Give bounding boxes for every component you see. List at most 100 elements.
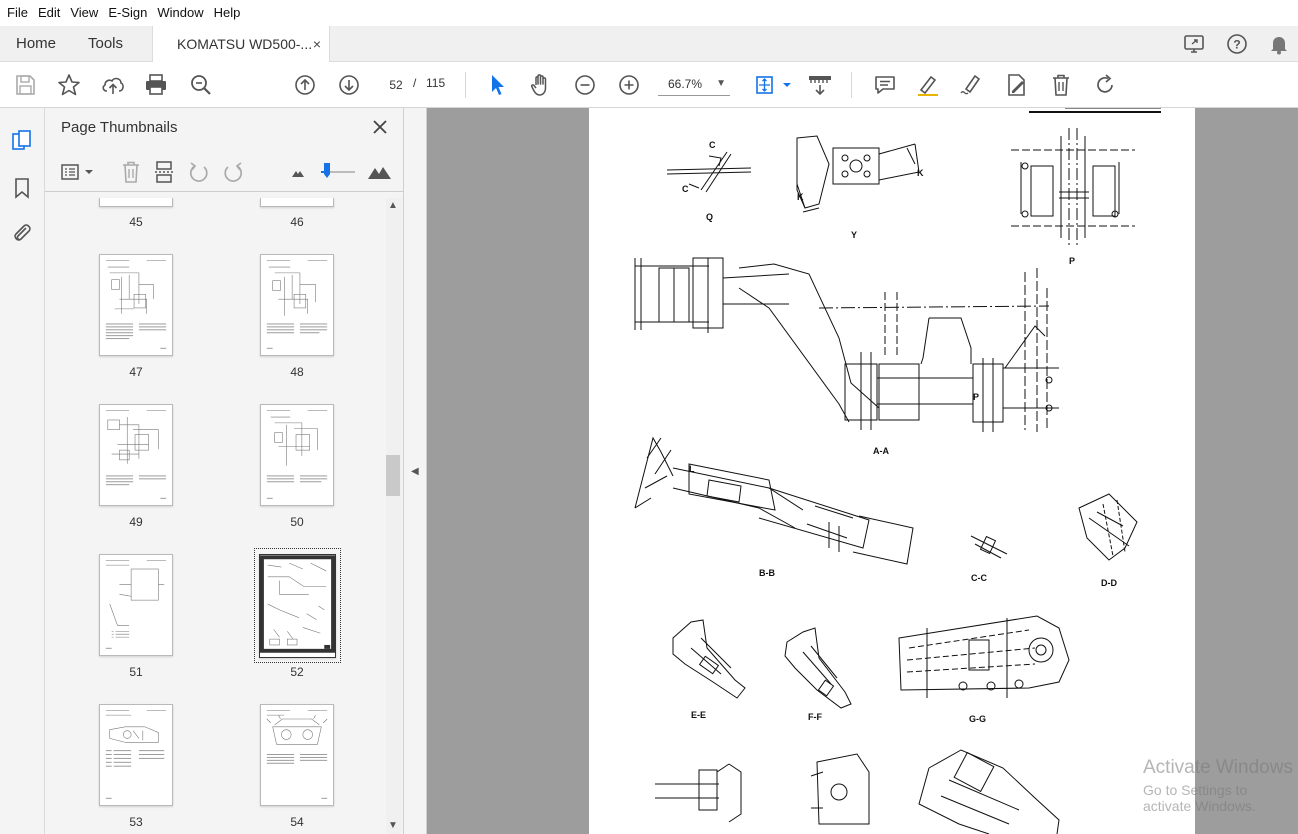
draw-sign-icon[interactable]: [958, 72, 984, 98]
zoom-search-icon[interactable]: [188, 72, 214, 98]
thumbnail-label: 48: [290, 365, 304, 379]
page-separator: /: [413, 76, 417, 90]
tab-tools[interactable]: Tools: [88, 26, 123, 62]
print-icon[interactable]: [143, 72, 169, 98]
page-thumbnail[interactable]: [99, 198, 173, 207]
tab-home[interactable]: Home: [16, 26, 56, 62]
thumbnail-label: 45: [129, 215, 143, 229]
chevron-down-icon: ▼: [716, 78, 726, 89]
bookmark-star-icon[interactable]: [56, 72, 82, 98]
menu-esign[interactable]: E-Sign: [103, 0, 152, 26]
drawing-label: B-B: [759, 568, 775, 578]
drawing-label: C: [709, 140, 716, 150]
attachments-paperclip-icon[interactable]: [10, 221, 34, 245]
page-thumbnail[interactable]: [260, 404, 334, 506]
highlight-pen-icon[interactable]: [915, 72, 941, 98]
select-cursor-icon[interactable]: [484, 72, 510, 98]
technical-drawing: C C Q K K Y P P A-A L B-B C-C D-D E-E F-…: [634, 108, 1161, 834]
previous-page-icon[interactable]: [292, 72, 318, 98]
undo-icon[interactable]: [186, 159, 212, 185]
rotate-icon[interactable]: [1092, 72, 1118, 98]
drawing-label: K: [797, 192, 804, 202]
drawing-label: C-C: [971, 573, 987, 583]
menu-edit[interactable]: Edit: [33, 0, 65, 26]
page-thumbnail[interactable]: [260, 198, 334, 207]
tab-bar: Home Tools KOMATSU WD500-... ×: [0, 26, 1298, 63]
page-thumbnail[interactable]: [99, 404, 173, 506]
fill-sign-icon[interactable]: [1003, 72, 1029, 98]
bookmarks-icon[interactable]: [10, 176, 34, 200]
trash-icon[interactable]: [1048, 72, 1074, 98]
save-icon[interactable]: [12, 72, 38, 98]
menu-file[interactable]: File: [2, 0, 33, 26]
thumbnail-label: 53: [129, 815, 143, 829]
thumbnail-scrollbar[interactable]: [386, 198, 402, 834]
drawing-label: K: [917, 168, 924, 178]
tab-close-button[interactable]: ×: [313, 26, 321, 62]
zoom-in-icon[interactable]: [616, 72, 642, 98]
pdf-page: C C Q K K Y P P A-A L B-B C-C D-D E-E F-…: [589, 108, 1195, 834]
scrolling-mode-icon[interactable]: [807, 72, 833, 98]
scroll-up-arrow-icon[interactable]: ▲: [388, 200, 398, 211]
drawing-label: L: [689, 464, 695, 474]
thumbnail-scrollbar-thumb[interactable]: [386, 455, 400, 496]
chevron-down-icon[interactable]: [83, 159, 95, 185]
document-view[interactable]: C C Q K K Y P P A-A L B-B C-C D-D E-E F-…: [427, 108, 1298, 834]
thumbnail-label: 51: [129, 665, 143, 679]
drawing-label: P: [1069, 256, 1075, 266]
thumbnail-options-icon[interactable]: [59, 159, 85, 185]
activation-watermark-subtitle: Go to Settings to activate Windows.: [1143, 782, 1256, 814]
menu-view[interactable]: View: [65, 0, 103, 26]
drawing-label: F-F: [808, 712, 822, 722]
page-thumbnails-icon[interactable]: [10, 129, 34, 153]
scroll-down-arrow-icon[interactable]: ▼: [388, 820, 398, 831]
zoom-level-select[interactable]: 66.7% ▼: [658, 72, 730, 96]
menu-bar: File Edit View E-Sign Window Help: [0, 0, 1298, 26]
panel-collapse-splitter[interactable]: ◀: [404, 108, 427, 834]
thumbnail-size-slider[interactable]: [317, 159, 359, 185]
cloud-upload-icon[interactable]: [100, 72, 126, 98]
total-pages: 115: [426, 76, 446, 90]
page-thumbnail[interactable]: [260, 254, 334, 356]
small-thumbnails-mountain-icon[interactable]: [285, 159, 311, 185]
toolbar-divider: [465, 72, 466, 98]
comment-icon[interactable]: [872, 72, 898, 98]
tab-document[interactable]: KOMATSU WD500-... ×: [152, 26, 330, 63]
delete-page-icon[interactable]: [118, 159, 144, 185]
menu-window[interactable]: Window: [152, 0, 208, 26]
collapse-arrow-icon[interactable]: ◀: [411, 466, 419, 477]
svg-text:?: ?: [1233, 38, 1240, 52]
thumbnail-label: 47: [129, 365, 143, 379]
thumbnail-label: 50: [290, 515, 304, 529]
thumbnail-toolbar: [45, 152, 404, 192]
fit-options-chevron-icon[interactable]: [774, 72, 791, 98]
panel-title: Page Thumbnails: [61, 119, 178, 136]
page-number-input[interactable]: 52: [381, 72, 411, 96]
insert-page-icon[interactable]: [152, 159, 178, 185]
close-icon[interactable]: [371, 118, 389, 136]
thumbnail-label: 49: [129, 515, 143, 529]
next-page-icon[interactable]: [336, 72, 362, 98]
drawing-label: C: [682, 184, 689, 194]
redo-icon[interactable]: [220, 159, 246, 185]
thumbnail-label: 54: [290, 815, 304, 829]
page-thumbnail[interactable]: [99, 704, 173, 806]
activation-watermark-title: Activate Windows: [1143, 757, 1293, 778]
page-thumbnail[interactable]: [99, 254, 173, 356]
menu-help[interactable]: Help: [209, 0, 246, 26]
help-icon[interactable]: ?: [1224, 31, 1250, 57]
drawing-label: Y: [851, 230, 857, 240]
page-thumbnail-selected[interactable]: [259, 554, 336, 658]
page-thumbnail[interactable]: [99, 554, 173, 656]
thumbnail-label: 46: [290, 215, 304, 229]
thumbnail-label: 52: [290, 665, 304, 679]
hand-tool-icon[interactable]: [528, 72, 554, 98]
drawing-label: E-E: [691, 710, 706, 720]
drawing-label: Q: [706, 212, 713, 222]
drawing-label: G-G: [969, 714, 986, 724]
large-thumbnails-mountain-icon[interactable]: [366, 159, 392, 185]
notification-bell-icon[interactable]: [1266, 31, 1292, 57]
page-thumbnail[interactable]: [260, 704, 334, 806]
zoom-out-icon[interactable]: [572, 72, 598, 98]
share-screen-icon[interactable]: [1182, 31, 1208, 57]
